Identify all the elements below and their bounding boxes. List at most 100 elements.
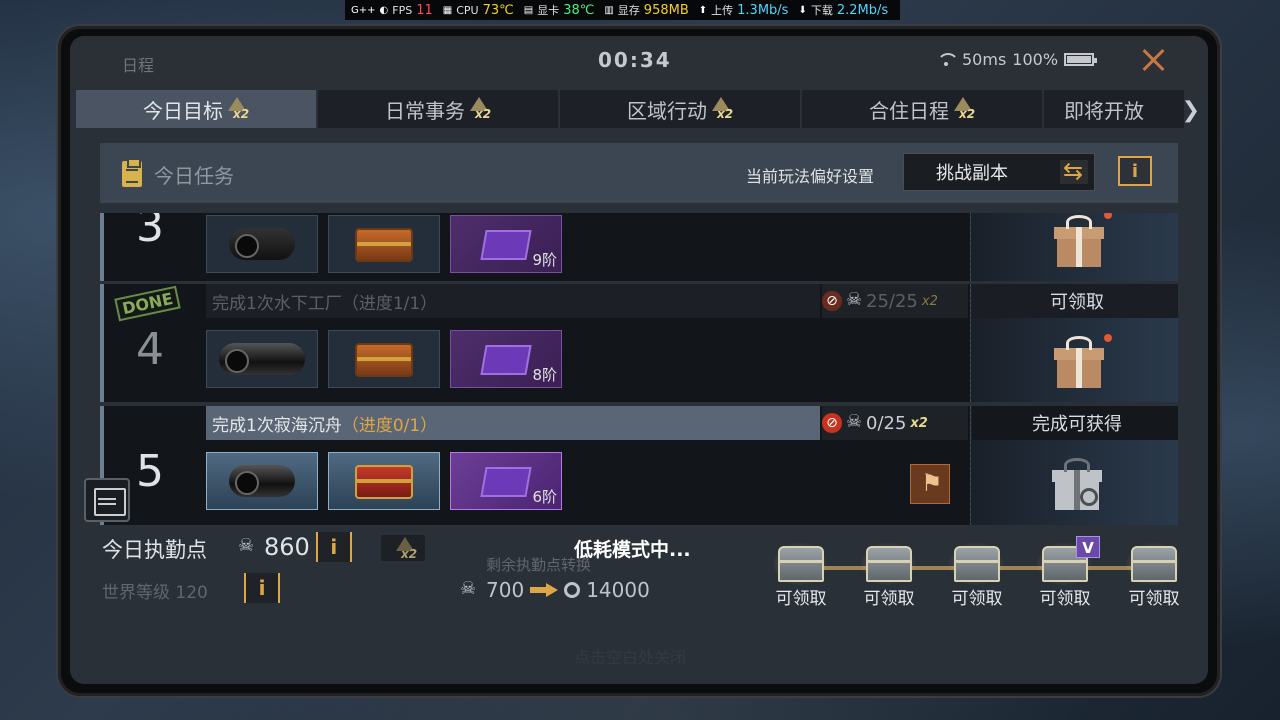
download-icon: ⬇ bbox=[798, 4, 807, 16]
battery-icon bbox=[1064, 53, 1098, 66]
close-icon[interactable] bbox=[1140, 46, 1168, 74]
gift-icon[interactable] bbox=[1054, 215, 1104, 267]
milestone-chest[interactable]: 可领取 bbox=[766, 540, 836, 610]
fps-label: FPS bbox=[392, 3, 413, 17]
download-value: 2.2Mb/s bbox=[836, 2, 889, 18]
convert-to-value: 14000 bbox=[586, 578, 650, 602]
window-title: 日程 bbox=[122, 56, 155, 75]
upload-value: 1.3Mb/s bbox=[737, 2, 789, 18]
task-row: DONE 4 完成1次水下工厂（进度1/1） ⊘ 25/25 x2 可领取 8阶 bbox=[100, 284, 1178, 402]
duty-info-button[interactable]: i bbox=[315, 532, 352, 562]
notification-dot bbox=[1104, 334, 1112, 342]
vram-value: 958MB bbox=[643, 2, 689, 18]
duty-point-conversion: 700 14000 bbox=[460, 578, 650, 602]
world-level: 世界等级 120 bbox=[102, 583, 208, 603]
claim-status: 可领取 bbox=[972, 284, 1178, 318]
currency-icon bbox=[564, 582, 581, 598]
tab-coming-soon[interactable]: 即将开放 bbox=[1044, 90, 1184, 128]
preference-value: 挑战副本 bbox=[936, 163, 1008, 184]
section-title: 今日任务 bbox=[154, 164, 234, 188]
world-level-info-button[interactable]: i bbox=[244, 573, 280, 603]
claim-status: 完成可获得 bbox=[972, 406, 1178, 440]
double-bonus-icon: x2 bbox=[393, 537, 417, 561]
task-progress: ⊘ 25/25 x2 bbox=[822, 284, 968, 318]
duty-points: 860 i bbox=[238, 532, 352, 562]
tab-label: 区域行动 bbox=[627, 98, 707, 123]
convert-from-value: 700 bbox=[486, 578, 525, 602]
double-bonus-badge: x2 bbox=[380, 534, 426, 562]
task-description: 完成1次寂海沉舟 （进度0/1） bbox=[206, 406, 820, 440]
cpu-icon: ▦ bbox=[442, 4, 453, 16]
reward-item[interactable] bbox=[206, 452, 318, 510]
calendar-icon[interactable] bbox=[84, 478, 130, 522]
tab-daily-affairs[interactable]: 日常事务 x2 bbox=[318, 90, 558, 128]
download-label: 下载 bbox=[810, 4, 833, 17]
swap-icon bbox=[1060, 157, 1088, 185]
battery-percent: 100% bbox=[1012, 50, 1059, 69]
reward-item[interactable] bbox=[328, 452, 440, 510]
double-bonus-icon: x2 bbox=[225, 97, 249, 121]
vram-icon: ▥ bbox=[604, 4, 614, 16]
tab-bar: 今日目标 x2 日常事务 x2 区域行动 x2 合住日程 x2 即将开放 ❯ bbox=[76, 90, 1206, 130]
clock: 00:34 bbox=[598, 48, 672, 72]
reward-item[interactable]: 9阶 bbox=[450, 215, 562, 273]
task-number: 4 bbox=[136, 324, 164, 375]
info-button[interactable]: i bbox=[1118, 156, 1152, 186]
milestone-chest[interactable]: 可领取 bbox=[854, 540, 924, 610]
tab-label: 即将开放 bbox=[1064, 98, 1144, 123]
chest-icon bbox=[778, 546, 824, 582]
network-status: 50ms 100% bbox=[936, 50, 1098, 69]
duty-points-value: 860 bbox=[264, 533, 310, 561]
reward-item[interactable]: 8阶 bbox=[450, 330, 562, 388]
done-stamp: DONE bbox=[114, 285, 181, 322]
close-hint[interactable]: 点击空白处关闭 bbox=[574, 644, 686, 668]
chest-icon bbox=[866, 546, 912, 582]
gift-icon[interactable] bbox=[1054, 336, 1104, 388]
chevron-right-icon[interactable]: ❯ bbox=[1182, 98, 1200, 123]
tab-label: 今日目标 bbox=[143, 98, 223, 123]
reward-item[interactable] bbox=[206, 215, 318, 273]
overlay-logo: G++ bbox=[351, 4, 376, 16]
flag-icon[interactable] bbox=[910, 464, 950, 504]
gpu-icon: ▤ bbox=[523, 4, 534, 16]
task-number: 5 bbox=[136, 446, 164, 497]
chest-icon bbox=[954, 546, 1000, 582]
vip-badge: V bbox=[1076, 536, 1100, 558]
double-bonus-icon: x2 bbox=[951, 97, 975, 121]
skull-icon bbox=[846, 289, 864, 310]
duty-point-icon bbox=[238, 535, 256, 556]
reward-item[interactable] bbox=[328, 330, 440, 388]
ping-value: 50ms bbox=[962, 50, 1007, 69]
cpu-value: 73℃ bbox=[482, 2, 514, 18]
double-bonus-icon: x2 bbox=[467, 97, 491, 121]
task-list[interactable]: 3 9阶 DONE 4 完成1次水下工厂（进度1/1） ⊘ 25/25 x2 可… bbox=[100, 213, 1178, 525]
task-description: 完成1次水下工厂（进度1/1） bbox=[206, 284, 820, 318]
gift-preview-icon[interactable] bbox=[1052, 458, 1102, 510]
vram-label: 显存 bbox=[617, 4, 640, 17]
milestone-chest[interactable]: 可领取 bbox=[942, 540, 1012, 610]
task-progress: ⊘ 0/25 x2 bbox=[822, 406, 968, 440]
tab-shared-schedule[interactable]: 合住日程 x2 bbox=[802, 90, 1042, 128]
duty-point-icon bbox=[460, 578, 478, 599]
tab-region-actions[interactable]: 区域行动 x2 bbox=[560, 90, 800, 128]
tab-label: 合住日程 bbox=[869, 98, 949, 123]
skull-icon bbox=[846, 411, 864, 432]
reward-item[interactable] bbox=[328, 215, 440, 273]
milestone-chest[interactable]: 可领取 bbox=[1119, 540, 1189, 610]
reward-item[interactable] bbox=[206, 330, 318, 388]
arrow-right-icon bbox=[530, 583, 559, 597]
task-number: 3 bbox=[136, 213, 164, 252]
fps-value: 11 bbox=[416, 2, 433, 18]
reward-item[interactable]: 6阶 bbox=[450, 452, 562, 510]
duty-points-label: 今日执勤点 bbox=[102, 538, 207, 562]
double-bonus-icon: x2 bbox=[709, 97, 733, 121]
tab-today-goals[interactable]: 今日目标 x2 bbox=[76, 90, 316, 128]
low-power-mode-text: 低耗模式中... bbox=[574, 539, 691, 561]
wifi-icon bbox=[936, 52, 959, 67]
gpu-label: 显卡 bbox=[537, 4, 560, 17]
clipboard-icon bbox=[122, 158, 142, 187]
no-entry-icon: ⊘ bbox=[822, 413, 842, 433]
preference-select[interactable]: 挑战副本 bbox=[903, 153, 1095, 191]
no-entry-icon: ⊘ bbox=[822, 291, 842, 311]
upload-icon: ⬆ bbox=[698, 4, 708, 16]
